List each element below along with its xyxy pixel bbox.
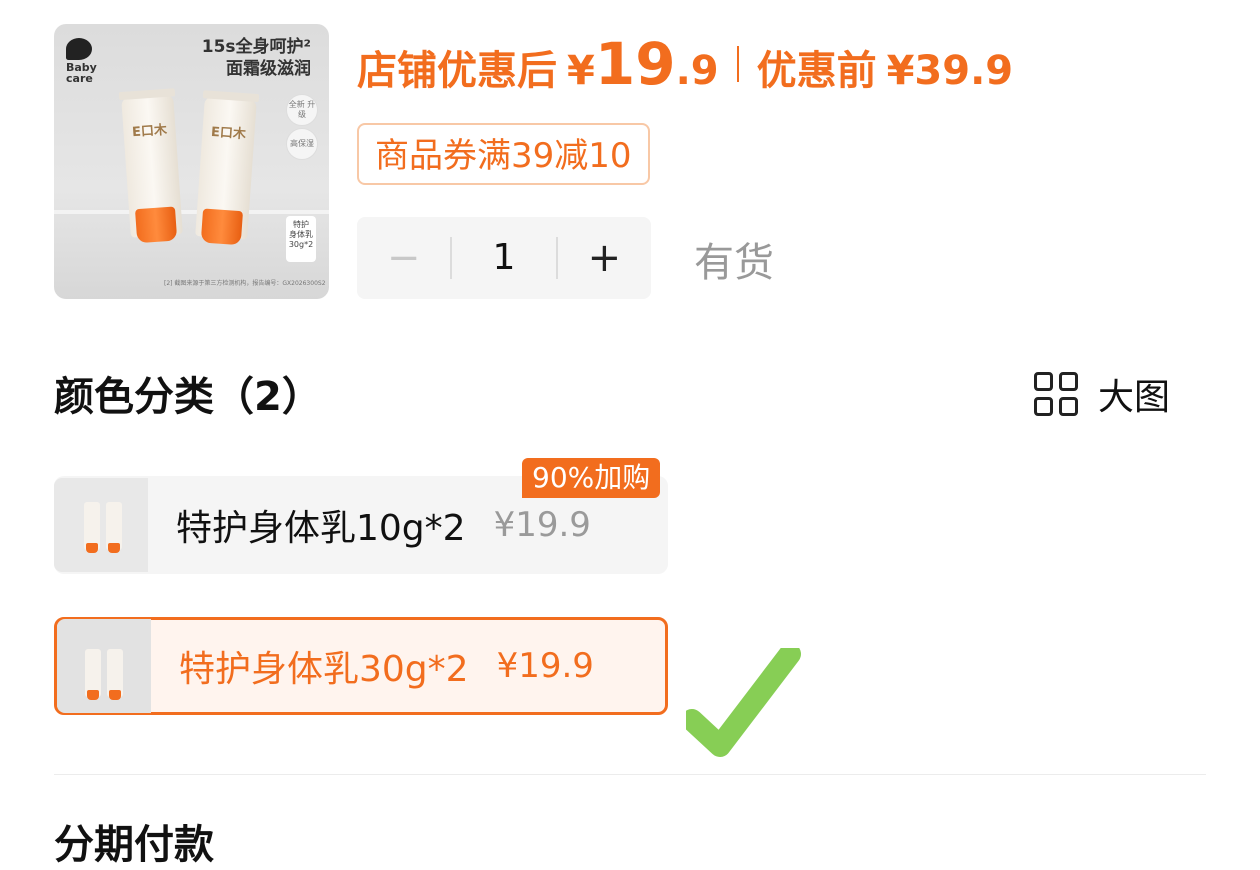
add-to-cart-rate-tag: 90%加购 — [522, 458, 661, 498]
checkmark-icon — [686, 648, 801, 757]
color-category-title: 颜色分类（2） — [54, 374, 322, 420]
brand-text: Baby care — [66, 61, 97, 85]
price-line: 店铺优惠后 ¥ 19 .9 优惠前 ¥39.9 — [357, 30, 1013, 98]
footnote: [2] 截图来源于第三方检测机构，报告编号：GX2026300S2 — [164, 280, 326, 287]
price-decimal: .9 — [675, 48, 719, 94]
variant-thumbnail — [57, 619, 151, 713]
price-integer: 19 — [594, 30, 676, 98]
shelf — [54, 210, 329, 214]
after-discount-label: 店铺优惠后 — [357, 48, 557, 94]
coupon-badge[interactable]: 商品券满39减10 — [357, 123, 650, 185]
stock-status: 有货 — [694, 240, 774, 286]
quantity-input[interactable]: 1 — [450, 237, 558, 279]
increment-button[interactable]: + — [558, 235, 651, 281]
variant-name: 特护身体乳30g*2 — [179, 649, 469, 690]
variant-name: 特护身体乳10g*2 — [176, 508, 466, 549]
section-divider — [54, 774, 1206, 775]
variant-option-30g[interactable]: 特护身体乳30g*2 ¥19.9 — [54, 617, 668, 715]
before-discount-label: 优惠前 — [756, 48, 877, 94]
product-image[interactable]: Baby care 15s全身呵护² 面霜级滋润 E口木 E口木 全新 升级 高… — [54, 24, 329, 299]
tube-right: E口木 — [195, 90, 260, 246]
product-headline: 15s全身呵护² 面霜级滋润 — [201, 37, 311, 79]
spec-box: 特护 身体乳 30g*2 — [286, 216, 316, 262]
large-view-label: 大图 — [1098, 377, 1171, 418]
variant-thumbnail — [54, 478, 148, 572]
variant-price: ¥19.9 — [496, 646, 594, 686]
installment-title: 分期付款 — [54, 822, 214, 868]
tube-left: E口木 — [118, 88, 183, 244]
brand-logo-icon — [66, 38, 92, 60]
decrement-button[interactable]: − — [357, 235, 450, 281]
variant-price: ¥19.9 — [493, 505, 591, 545]
quantity-stepper: − 1 + — [357, 217, 651, 299]
currency-symbol: ¥ — [567, 48, 595, 94]
large-view-toggle[interactable]: 大图 — [1034, 368, 1170, 420]
price-divider — [736, 46, 739, 82]
before-discount-price: ¥39.9 — [886, 48, 1014, 94]
grid-view-icon — [1034, 372, 1078, 416]
upgrade-badge: 全新 升级 — [286, 94, 318, 126]
moisture-badge: 高保湿 — [286, 128, 318, 160]
